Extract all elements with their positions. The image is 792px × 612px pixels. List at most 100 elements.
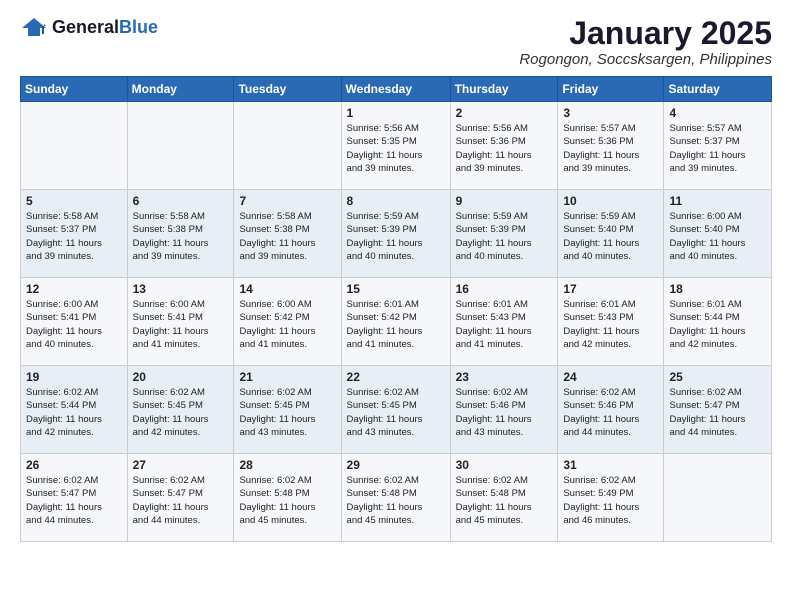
day-number: 8 bbox=[347, 194, 445, 208]
day-info: Sunrise: 6:02 AM Sunset: 5:46 PM Dayligh… bbox=[456, 386, 553, 439]
day-cell bbox=[664, 454, 772, 542]
day-info: Sunrise: 5:56 AM Sunset: 5:35 PM Dayligh… bbox=[347, 122, 445, 175]
day-number: 9 bbox=[456, 194, 553, 208]
day-info: Sunrise: 6:02 AM Sunset: 5:44 PM Dayligh… bbox=[26, 386, 122, 439]
day-cell: 28 Sunrise: 6:02 AM Sunset: 5:48 PM Dayli… bbox=[234, 454, 341, 542]
day-info: Sunrise: 6:02 AM Sunset: 5:48 PM Dayligh… bbox=[239, 474, 335, 527]
day-cell: 29Sunrise: 6:02 AM Sunset: 5:48 PM Dayli… bbox=[341, 454, 450, 542]
day-number: 6 bbox=[133, 194, 229, 208]
day-info: Sunrise: 5:57 AM Sunset: 5:37 PM Dayligh… bbox=[669, 122, 766, 175]
day-number: 30 bbox=[456, 458, 553, 472]
day-number: 1 bbox=[347, 106, 445, 120]
day-info: Sunrise: 6:02 AM Sunset: 5:49 PM Dayligh… bbox=[563, 474, 658, 527]
day-info: Sunrise: 6:02 AM Sunset: 5:48 PM Dayligh… bbox=[456, 474, 553, 527]
day-number: 12 bbox=[26, 282, 122, 296]
day-cell: 15 Sunrise: 6:01 AM Sunset: 5:42 PM Dayli… bbox=[341, 278, 450, 366]
location-title: Rogongon, Soccsksargen, Philippines bbox=[519, 51, 772, 68]
day-number: 4 bbox=[669, 106, 766, 120]
week-row-3: 19Sunrise: 6:02 AM Sunset: 5:44 PM Dayli… bbox=[21, 366, 772, 454]
day-cell: 12 Sunrise: 6:00 AM Sunset: 5:41 PM Dayli… bbox=[21, 278, 128, 366]
day-info: Sunrise: 5:59 AM Sunset: 5:40 PM Dayligh… bbox=[563, 210, 658, 263]
week-row-2: 12 Sunrise: 6:00 AM Sunset: 5:41 PM Dayli… bbox=[21, 278, 772, 366]
weekday-header-thursday: Thursday bbox=[450, 77, 558, 102]
day-info: Sunrise: 6:02 AM Sunset: 5:45 PM Dayligh… bbox=[239, 386, 335, 439]
day-info: Sunrise: 6:02 AM Sunset: 5:47 PM Dayligh… bbox=[26, 474, 122, 527]
day-number: 10 bbox=[563, 194, 658, 208]
day-cell: 2Sunrise: 5:56 AM Sunset: 5:36 PM Daylig… bbox=[450, 102, 558, 190]
day-info: Sunrise: 6:02 AM Sunset: 5:45 PM Dayligh… bbox=[347, 386, 445, 439]
day-cell: 5Sunrise: 5:58 AM Sunset: 5:37 PM Daylig… bbox=[21, 190, 128, 278]
day-number: 26 bbox=[26, 458, 122, 472]
day-cell: 18 Sunrise: 6:01 AM Sunset: 5:44 PM Dayli… bbox=[664, 278, 772, 366]
day-cell: 31 Sunrise: 6:02 AM Sunset: 5:49 PM Dayli… bbox=[558, 454, 664, 542]
day-number: 28 bbox=[239, 458, 335, 472]
day-info: Sunrise: 6:02 AM Sunset: 5:46 PM Dayligh… bbox=[563, 386, 658, 439]
day-cell: 9 Sunrise: 5:59 AM Sunset: 5:39 PM Daylig… bbox=[450, 190, 558, 278]
day-info: Sunrise: 5:57 AM Sunset: 5:36 PM Dayligh… bbox=[563, 122, 658, 175]
day-cell: 23 Sunrise: 6:02 AM Sunset: 5:46 PM Dayli… bbox=[450, 366, 558, 454]
day-number: 17 bbox=[563, 282, 658, 296]
day-info: Sunrise: 6:00 AM Sunset: 5:42 PM Dayligh… bbox=[239, 298, 335, 351]
day-cell: 7Sunrise: 5:58 AM Sunset: 5:38 PM Daylig… bbox=[234, 190, 341, 278]
day-cell: 27Sunrise: 6:02 AM Sunset: 5:47 PM Dayli… bbox=[127, 454, 234, 542]
day-info: Sunrise: 6:02 AM Sunset: 5:45 PM Dayligh… bbox=[133, 386, 229, 439]
weekday-header-monday: Monday bbox=[127, 77, 234, 102]
weekday-header-wednesday: Wednesday bbox=[341, 77, 450, 102]
day-cell: 17 Sunrise: 6:01 AM Sunset: 5:43 PM Dayli… bbox=[558, 278, 664, 366]
day-cell: 1 Sunrise: 5:56 AM Sunset: 5:35 PM Daylig… bbox=[341, 102, 450, 190]
day-cell: 21 Sunrise: 6:02 AM Sunset: 5:45 PM Dayli… bbox=[234, 366, 341, 454]
day-number: 3 bbox=[563, 106, 658, 120]
day-number: 15 bbox=[347, 282, 445, 296]
day-cell: 10 Sunrise: 5:59 AM Sunset: 5:40 PM Dayli… bbox=[558, 190, 664, 278]
day-number: 22 bbox=[347, 370, 445, 384]
day-cell: 24Sunrise: 6:02 AM Sunset: 5:46 PM Dayli… bbox=[558, 366, 664, 454]
day-info: Sunrise: 6:00 AM Sunset: 5:40 PM Dayligh… bbox=[669, 210, 766, 263]
title-area: January 2025 Rogongon, Soccsksargen, Phi… bbox=[519, 16, 772, 68]
day-info: Sunrise: 6:01 AM Sunset: 5:44 PM Dayligh… bbox=[669, 298, 766, 351]
day-cell: 16Sunrise: 6:01 AM Sunset: 5:43 PM Dayli… bbox=[450, 278, 558, 366]
day-number: 29 bbox=[347, 458, 445, 472]
day-number: 23 bbox=[456, 370, 553, 384]
day-cell: 8Sunrise: 5:59 AM Sunset: 5:39 PM Daylig… bbox=[341, 190, 450, 278]
day-cell: 25 Sunrise: 6:02 AM Sunset: 5:47 PM Dayli… bbox=[664, 366, 772, 454]
day-info: Sunrise: 6:01 AM Sunset: 5:43 PM Dayligh… bbox=[563, 298, 658, 351]
day-number: 13 bbox=[133, 282, 229, 296]
day-info: Sunrise: 6:00 AM Sunset: 5:41 PM Dayligh… bbox=[133, 298, 229, 351]
day-info: Sunrise: 6:01 AM Sunset: 5:43 PM Dayligh… bbox=[456, 298, 553, 351]
day-info: Sunrise: 5:58 AM Sunset: 5:37 PM Dayligh… bbox=[26, 210, 122, 263]
day-cell: 19Sunrise: 6:02 AM Sunset: 5:44 PM Dayli… bbox=[21, 366, 128, 454]
weekday-header-row: SundayMondayTuesdayWednesdayThursdayFrid… bbox=[21, 77, 772, 102]
logo-icon bbox=[20, 16, 48, 38]
logo-blue: Blue bbox=[119, 17, 158, 37]
day-cell: 11Sunrise: 6:00 AM Sunset: 5:40 PM Dayli… bbox=[664, 190, 772, 278]
day-number: 21 bbox=[239, 370, 335, 384]
day-info: Sunrise: 6:01 AM Sunset: 5:42 PM Dayligh… bbox=[347, 298, 445, 351]
week-row-0: 1 Sunrise: 5:56 AM Sunset: 5:35 PM Daylig… bbox=[21, 102, 772, 190]
day-cell: 30 Sunrise: 6:02 AM Sunset: 5:48 PM Dayli… bbox=[450, 454, 558, 542]
week-row-4: 26 Sunrise: 6:02 AM Sunset: 5:47 PM Dayli… bbox=[21, 454, 772, 542]
day-info: Sunrise: 6:02 AM Sunset: 5:47 PM Dayligh… bbox=[669, 386, 766, 439]
logo-text: GeneralBlue bbox=[52, 17, 158, 38]
weekday-header-saturday: Saturday bbox=[664, 77, 772, 102]
logo-general: General bbox=[52, 17, 119, 37]
day-info: Sunrise: 6:00 AM Sunset: 5:41 PM Dayligh… bbox=[26, 298, 122, 351]
day-number: 20 bbox=[133, 370, 229, 384]
calendar-table: SundayMondayTuesdayWednesdayThursdayFrid… bbox=[20, 76, 772, 542]
day-number: 31 bbox=[563, 458, 658, 472]
day-cell: 6 Sunrise: 5:58 AM Sunset: 5:38 PM Daylig… bbox=[127, 190, 234, 278]
day-info: Sunrise: 5:58 AM Sunset: 5:38 PM Dayligh… bbox=[239, 210, 335, 263]
day-cell: 20 Sunrise: 6:02 AM Sunset: 5:45 PM Dayli… bbox=[127, 366, 234, 454]
day-cell: 3 Sunrise: 5:57 AM Sunset: 5:36 PM Daylig… bbox=[558, 102, 664, 190]
day-cell: 13 Sunrise: 6:00 AM Sunset: 5:41 PM Dayli… bbox=[127, 278, 234, 366]
day-number: 25 bbox=[669, 370, 766, 384]
day-info: Sunrise: 5:59 AM Sunset: 5:39 PM Dayligh… bbox=[456, 210, 553, 263]
day-number: 27 bbox=[133, 458, 229, 472]
month-title: January 2025 bbox=[519, 16, 772, 51]
day-cell bbox=[21, 102, 128, 190]
day-info: Sunrise: 5:58 AM Sunset: 5:38 PM Dayligh… bbox=[133, 210, 229, 263]
day-cell: 26 Sunrise: 6:02 AM Sunset: 5:47 PM Dayli… bbox=[21, 454, 128, 542]
weekday-header-tuesday: Tuesday bbox=[234, 77, 341, 102]
day-number: 14 bbox=[239, 282, 335, 296]
day-cell: 22 Sunrise: 6:02 AM Sunset: 5:45 PM Dayli… bbox=[341, 366, 450, 454]
day-number: 18 bbox=[669, 282, 766, 296]
